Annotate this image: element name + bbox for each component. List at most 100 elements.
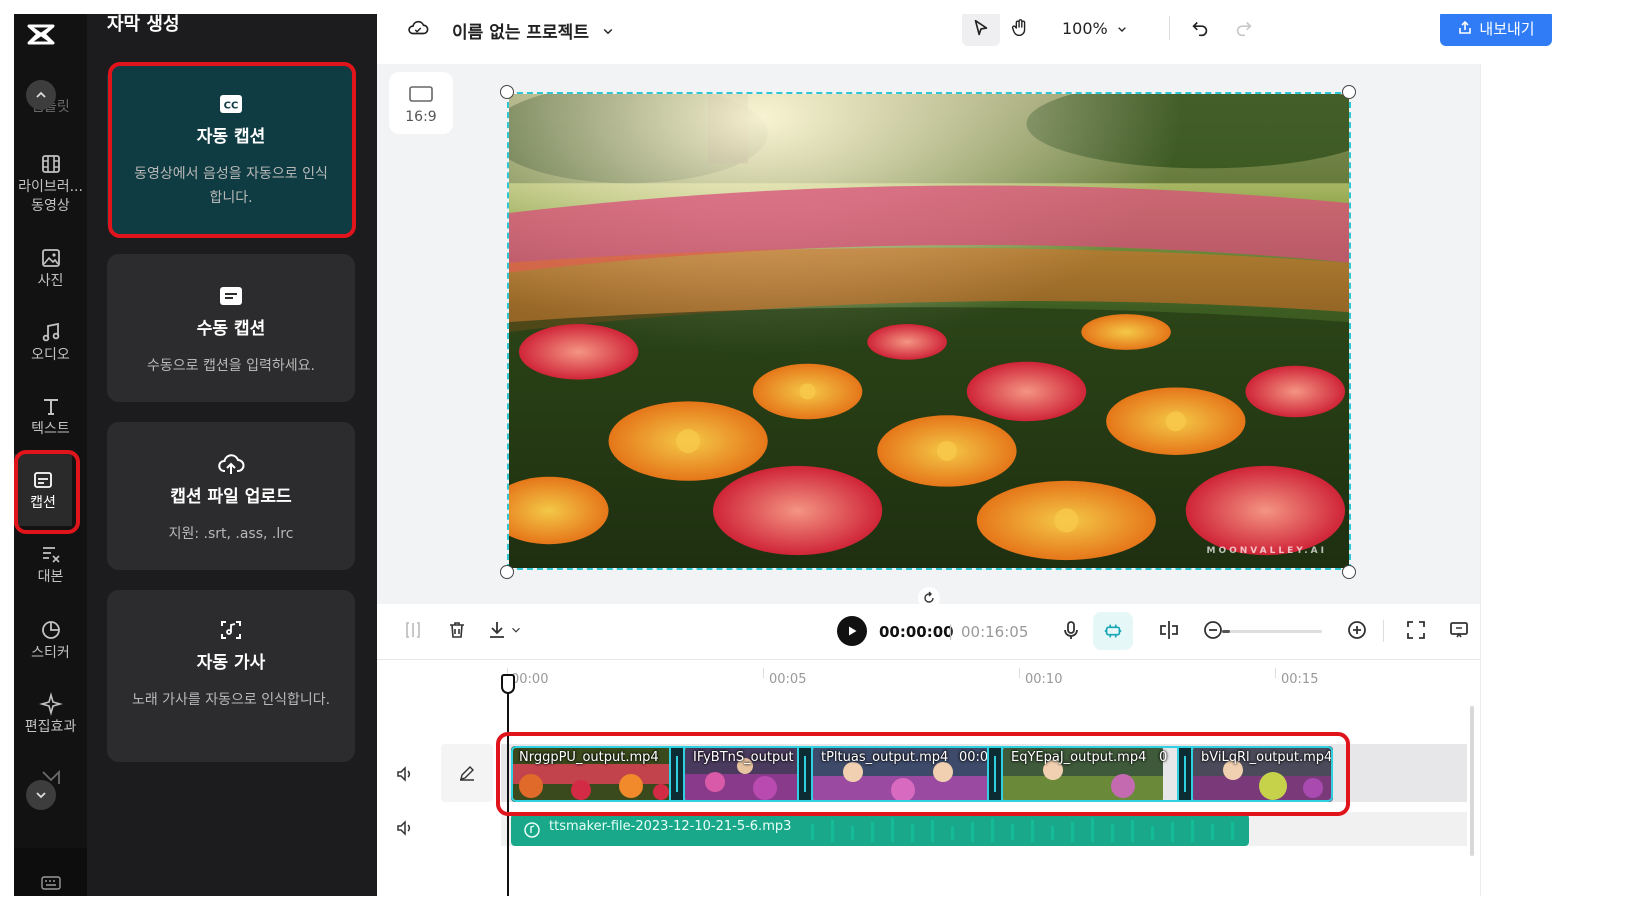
zoom-dropdown[interactable]: 100% <box>1062 19 1130 38</box>
subtitle-icon <box>217 282 245 310</box>
cloud-save-icon[interactable] <box>407 17 429 39</box>
playhead[interactable] <box>507 676 509 896</box>
cc-icon: CC <box>217 90 245 118</box>
capcut-logo-icon[interactable] <box>24 20 58 50</box>
aspect-ratio-button[interactable]: 16:9 <box>389 72 453 134</box>
resize-handle[interactable] <box>1342 85 1356 99</box>
download-dropdown[interactable] <box>485 618 523 642</box>
redo-icon <box>1236 21 1252 37</box>
text-t-icon <box>39 394 63 418</box>
scroll-up-icon[interactable] <box>26 80 56 110</box>
chevron-down-icon <box>603 28 613 34</box>
time-separator: | <box>948 622 954 640</box>
undo-icon <box>1192 21 1208 37</box>
current-time: 00:00:00 <box>879 623 954 641</box>
ruler-tick <box>1275 668 1276 678</box>
chevron-down-icon <box>1117 26 1126 32</box>
app-window: 템플릿 라이브러... 동영상 사진 오디오 텍스트 캡션 대본 스티커 편집효… <box>14 14 1623 896</box>
ruler-label: 00:15 <box>1281 672 1319 687</box>
transition-marker[interactable] <box>987 746 1003 802</box>
video-clip[interactable]: bViLqRl_output.mp4 <box>1193 746 1333 802</box>
auto-lyrics-card[interactable]: 자동 가사 노래 가사를 자동으로 인식합니다. <box>107 590 355 762</box>
video-track-volume-icon[interactable] <box>395 764 415 788</box>
video-clip[interactable]: NrggpPU_output.mp4 <box>511 746 671 802</box>
upload-caption-card[interactable]: 캡션 파일 업로드 지원: .srt, .ass, .lrc <box>107 422 355 570</box>
play-button[interactable] <box>837 616 867 646</box>
scroll-down-icon[interactable] <box>26 780 56 810</box>
panel-title: 자막 생성 <box>107 14 180 35</box>
sparkle-icon <box>38 692 63 716</box>
film-icon <box>39 152 63 176</box>
flower-field-image <box>509 94 1349 568</box>
preview-area: 16:9 MOONVALLEY.AI <box>377 64 1480 609</box>
video-clip[interactable]: IFyBTnS_output <box>685 746 805 802</box>
image-icon <box>39 246 63 270</box>
transition-marker[interactable] <box>797 746 813 802</box>
ruler-label: 00:00 <box>511 672 549 687</box>
rail-item-captions[interactable]: 캡션 <box>14 454 72 526</box>
video-clip[interactable]: 00:0 <box>951 746 991 802</box>
rail-item-script[interactable]: 대본 <box>14 542 87 587</box>
preview-settings-icon[interactable] <box>1447 618 1471 642</box>
edit-cover-button[interactable] <box>441 744 493 802</box>
ruler-tick <box>763 668 764 678</box>
caption-icon <box>31 468 55 492</box>
audio-track-volume-icon[interactable] <box>395 818 415 842</box>
ruler-label: 00:05 <box>769 672 807 687</box>
transition-marker[interactable] <box>1177 746 1193 802</box>
redo-button[interactable] <box>1233 17 1255 39</box>
rail-item-text[interactable]: 텍스트 <box>14 394 87 439</box>
zoom-in-icon[interactable] <box>1345 618 1369 642</box>
timeline: 00:00 00:05 00:10 00:15 NrggpPU_output.m… <box>377 660 1480 896</box>
export-button[interactable]: 내보내기 <box>1440 14 1552 46</box>
manual-caption-card[interactable]: 수동 캡션 수동으로 캡션을 입력하세요. <box>107 254 355 402</box>
undo-button[interactable] <box>1189 17 1211 39</box>
ruler-tick <box>1019 668 1020 678</box>
fullscreen-icon[interactable] <box>1404 618 1428 642</box>
rail-item-audio[interactable]: 오디오 <box>14 320 87 365</box>
select-tool-button[interactable] <box>962 14 1000 46</box>
divider <box>1383 620 1384 642</box>
split-icon[interactable] <box>401 618 425 642</box>
download-icon <box>490 622 504 638</box>
resize-handle[interactable] <box>1342 565 1356 579</box>
split-clip-icon[interactable] <box>1157 618 1181 642</box>
sticker-icon <box>39 618 63 642</box>
project-name-dropdown[interactable]: 이름 없는 프로젝트 <box>452 18 617 43</box>
resize-handle[interactable] <box>500 85 514 99</box>
auto-caption-card[interactable]: CC 자동 캡션 동영상에서 음성을 자동으로 인식합니다. <box>107 66 355 234</box>
audio-clip[interactable]: ttsmaker-file-2023-12-10-21-5-6.mp3 <box>511 814 1249 846</box>
icon-rail: 템플릿 라이브러... 동영상 사진 오디오 텍스트 캡션 대본 스티커 편집효… <box>14 14 87 896</box>
rail-item-library[interactable]: 라이브러... 동영상 <box>14 152 87 216</box>
caption-panel: 자막 생성 CC 자동 캡션 동영상에서 음성을 자동으로 인식합니다. 수동 … <box>87 14 377 896</box>
audio-file-icon <box>524 822 540 838</box>
playhead-handle[interactable] <box>501 674 515 694</box>
music-note-icon <box>39 320 63 344</box>
watermark: MOONVALLEY.AI <box>1206 546 1327 556</box>
keyboard-shortcuts-icon[interactable] <box>14 848 87 896</box>
delete-icon[interactable] <box>445 618 469 642</box>
zoom-slider-fill <box>1222 630 1230 633</box>
transition-marker[interactable] <box>669 746 685 802</box>
microphone-icon[interactable] <box>1059 618 1083 642</box>
video-clip[interactable]: 0 <box>1157 746 1177 802</box>
timeline-scrollbar[interactable] <box>1470 706 1474 856</box>
video-clip[interactable]: EqYEpaJ_output.mp4 <box>1003 746 1163 802</box>
top-toolbar: 이름 없는 프로젝트 100% 내보내기 <box>377 14 1623 64</box>
timeline-zoom-slider[interactable] <box>1222 630 1322 633</box>
cursor-icon <box>974 19 988 36</box>
rail-item-stickers[interactable]: 스티커 <box>14 618 87 663</box>
resize-handle[interactable] <box>500 565 514 579</box>
ruler-label: 00:10 <box>1025 672 1063 687</box>
rail-item-effects[interactable]: 편집효과 <box>14 692 87 737</box>
hand-tool-button[interactable] <box>1009 17 1031 39</box>
rail-item-photos[interactable]: 사진 <box>14 246 87 291</box>
play-icon <box>849 626 857 636</box>
hand-icon <box>1011 19 1026 37</box>
svg-text:CC: CC <box>224 101 239 112</box>
chevron-down-icon <box>512 627 520 633</box>
auto-snap-button[interactable] <box>1093 612 1133 650</box>
lyrics-scan-icon <box>217 616 245 644</box>
video-canvas[interactable]: MOONVALLEY.AI <box>507 92 1351 570</box>
export-icon <box>1459 20 1472 34</box>
